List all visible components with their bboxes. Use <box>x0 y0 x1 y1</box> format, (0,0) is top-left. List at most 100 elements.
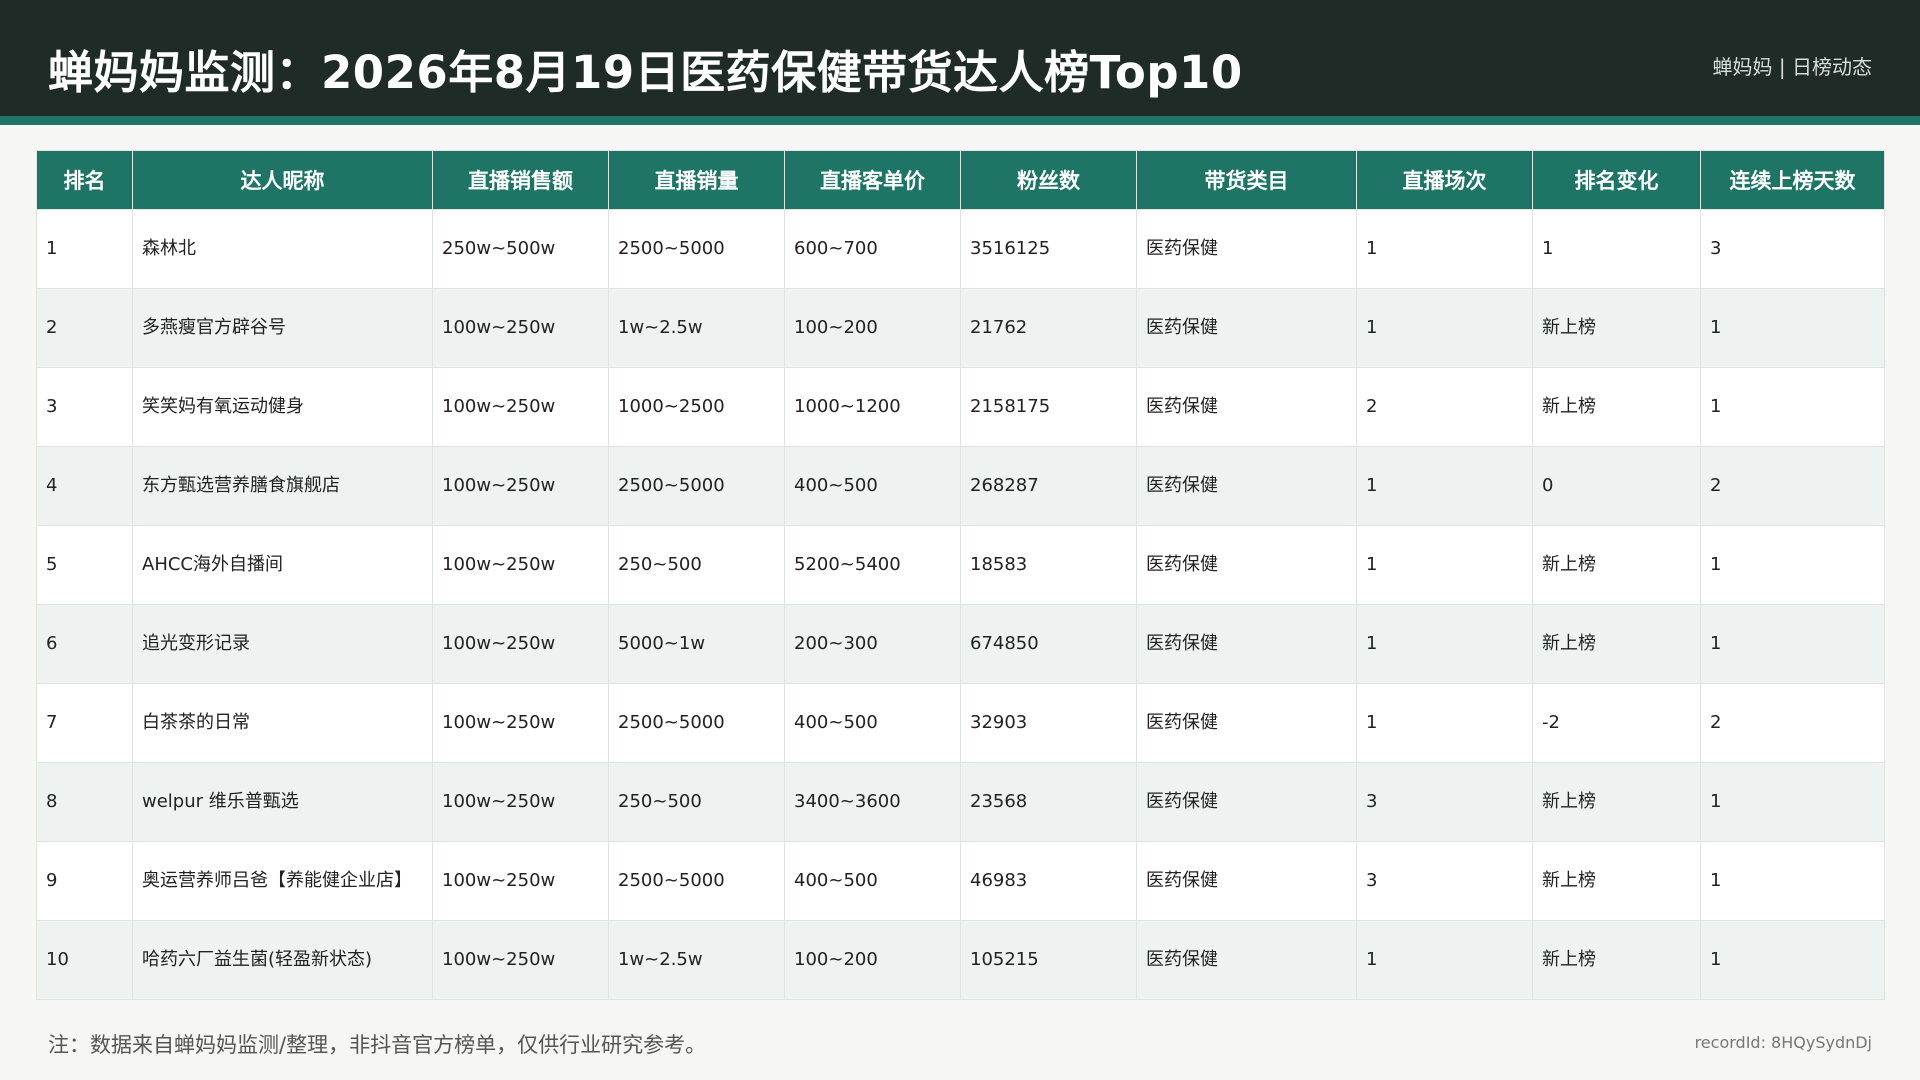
cell-consecutive-days: 1 <box>1700 604 1885 684</box>
cell-nickname: 白茶茶的日常 <box>132 683 433 763</box>
column-header-unit-price[interactable]: 直播客单价 <box>784 150 961 210</box>
cell-sales-amount: 100w~250w <box>432 525 609 605</box>
header-accent-stripe <box>0 116 1920 125</box>
cell-sales-volume: 2500~5000 <box>608 683 785 763</box>
cell-category: 医药保健 <box>1136 367 1357 447</box>
cell-sales-volume: 1w~2.5w <box>608 288 785 368</box>
cell-sales-amount: 250w~500w <box>432 209 609 289</box>
cell-category: 医药保健 <box>1136 920 1357 1000</box>
cell-rank: 1 <box>36 209 133 289</box>
cell-consecutive-days: 2 <box>1700 683 1885 763</box>
cell-rank-change: 新上榜 <box>1532 288 1701 368</box>
column-header-live-sessions[interactable]: 直播场次 <box>1356 150 1533 210</box>
cell-live-sessions: 1 <box>1356 209 1533 289</box>
table-row: 5 AHCC海外自播间 100w~250w 250~500 5200~5400 … <box>36 525 1885 605</box>
table-row: 4 东方甄选营养膳食旗舰店 100w~250w 2500~5000 400~50… <box>36 446 1885 526</box>
cell-rank: 3 <box>36 367 133 447</box>
cell-followers: 2158175 <box>960 367 1137 447</box>
cell-category: 医药保健 <box>1136 762 1357 842</box>
cell-category: 医药保健 <box>1136 288 1357 368</box>
cell-followers: 21762 <box>960 288 1137 368</box>
cell-nickname: 追光变形记录 <box>132 604 433 684</box>
cell-live-sessions: 1 <box>1356 920 1533 1000</box>
cell-live-sessions: 1 <box>1356 288 1533 368</box>
cell-rank-change: 新上榜 <box>1532 841 1701 921</box>
cell-followers: 46983 <box>960 841 1137 921</box>
cell-rank: 4 <box>36 446 133 526</box>
cell-unit-price: 5200~5400 <box>784 525 961 605</box>
cell-category: 医药保健 <box>1136 446 1357 526</box>
cell-rank-change: 新上榜 <box>1532 367 1701 447</box>
cell-live-sessions: 3 <box>1356 841 1533 921</box>
cell-live-sessions: 1 <box>1356 525 1533 605</box>
cell-sales-volume: 2500~5000 <box>608 209 785 289</box>
cell-nickname: AHCC海外自播间 <box>132 525 433 605</box>
cell-rank: 5 <box>36 525 133 605</box>
cell-live-sessions: 3 <box>1356 762 1533 842</box>
table-row: 10 哈药六厂益生菌(轻盈新状态) 100w~250w 1w~2.5w 100~… <box>36 920 1885 1000</box>
cell-nickname: 多燕瘦官方辟谷号 <box>132 288 433 368</box>
cell-sales-amount: 100w~250w <box>432 841 609 921</box>
cell-rank: 2 <box>36 288 133 368</box>
cell-nickname: 东方甄选营养膳食旗舰店 <box>132 446 433 526</box>
table-row: 3 笑笑妈有氧运动健身 100w~250w 1000~2500 1000~120… <box>36 367 1885 447</box>
column-header-rank[interactable]: 排名 <box>36 150 133 210</box>
cell-sales-amount: 100w~250w <box>432 762 609 842</box>
column-header-consecutive-days[interactable]: 连续上榜天数 <box>1700 150 1885 210</box>
cell-nickname: welpur 维乐普甄选 <box>132 762 433 842</box>
cell-rank-change: 新上榜 <box>1532 920 1701 1000</box>
cell-nickname: 森林北 <box>132 209 433 289</box>
cell-followers: 105215 <box>960 920 1137 1000</box>
cell-rank: 10 <box>36 920 133 1000</box>
cell-sales-amount: 100w~250w <box>432 604 609 684</box>
cell-sales-volume: 2500~5000 <box>608 841 785 921</box>
cell-unit-price: 1000~1200 <box>784 367 961 447</box>
cell-sales-volume: 1w~2.5w <box>608 920 785 1000</box>
column-header-live-sales-volume[interactable]: 直播销量 <box>608 150 785 210</box>
cell-sales-amount: 100w~250w <box>432 683 609 763</box>
cell-rank-change: 1 <box>1532 209 1701 289</box>
cell-rank-change: 新上榜 <box>1532 525 1701 605</box>
cell-sales-amount: 100w~250w <box>432 288 609 368</box>
cell-followers: 32903 <box>960 683 1137 763</box>
cell-category: 医药保健 <box>1136 525 1357 605</box>
table-row: 2 多燕瘦官方辟谷号 100w~250w 1w~2.5w 100~200 217… <box>36 288 1885 368</box>
table-header-row: 排名 达人昵称 直播销售额 直播销量 直播客单价 粉丝数 带货类目 直播场次 排… <box>36 150 1885 210</box>
column-header-category[interactable]: 带货类目 <box>1136 150 1357 210</box>
cell-unit-price: 100~200 <box>784 288 961 368</box>
cell-nickname: 笑笑妈有氧运动健身 <box>132 367 433 447</box>
cell-followers: 3516125 <box>960 209 1137 289</box>
cell-sales-amount: 100w~250w <box>432 920 609 1000</box>
table-row: 7 白茶茶的日常 100w~250w 2500~5000 400~500 329… <box>36 683 1885 763</box>
cell-unit-price: 400~500 <box>784 841 961 921</box>
cell-consecutive-days: 1 <box>1700 762 1885 842</box>
cell-followers: 23568 <box>960 762 1137 842</box>
cell-unit-price: 100~200 <box>784 920 961 1000</box>
ranking-table: 排名 达人昵称 直播销售额 直播销量 直播客单价 粉丝数 带货类目 直播场次 排… <box>36 150 1885 1000</box>
table-row: 9 奥运营养师吕爸【养能健企业店】 100w~250w 2500~5000 40… <box>36 841 1885 921</box>
cell-rank-change: 新上榜 <box>1532 762 1701 842</box>
cell-live-sessions: 1 <box>1356 683 1533 763</box>
column-header-live-sales-amount[interactable]: 直播销售额 <box>432 150 609 210</box>
cell-nickname: 奥运营养师吕爸【养能健企业店】 <box>132 841 433 921</box>
cell-consecutive-days: 1 <box>1700 841 1885 921</box>
cell-category: 医药保健 <box>1136 841 1357 921</box>
column-header-rank-change[interactable]: 排名变化 <box>1532 150 1701 210</box>
cell-rank-change: 新上榜 <box>1532 604 1701 684</box>
cell-category: 医药保健 <box>1136 604 1357 684</box>
cell-category: 医药保健 <box>1136 209 1357 289</box>
cell-consecutive-days: 3 <box>1700 209 1885 289</box>
cell-live-sessions: 1 <box>1356 446 1533 526</box>
table-row: 6 追光变形记录 100w~250w 5000~1w 200~300 67485… <box>36 604 1885 684</box>
table-row: 8 welpur 维乐普甄选 100w~250w 250~500 3400~36… <box>36 762 1885 842</box>
cell-live-sessions: 2 <box>1356 367 1533 447</box>
column-header-followers[interactable]: 粉丝数 <box>960 150 1137 210</box>
column-header-nickname[interactable]: 达人昵称 <box>132 150 433 210</box>
page-header: 蝉妈妈监测：2026年8月19日医药保健带货达人榜Top10 蝉妈妈 | 日榜动… <box>0 0 1920 116</box>
cell-unit-price: 200~300 <box>784 604 961 684</box>
ranking-table-container: 排名 达人昵称 直播销售额 直播销量 直播客单价 粉丝数 带货类目 直播场次 排… <box>36 150 1885 1000</box>
cell-unit-price: 400~500 <box>784 446 961 526</box>
cell-sales-amount: 100w~250w <box>432 367 609 447</box>
page-title: 蝉妈妈监测：2026年8月19日医药保健带货达人榜Top10 <box>48 46 1243 99</box>
cell-unit-price: 400~500 <box>784 683 961 763</box>
